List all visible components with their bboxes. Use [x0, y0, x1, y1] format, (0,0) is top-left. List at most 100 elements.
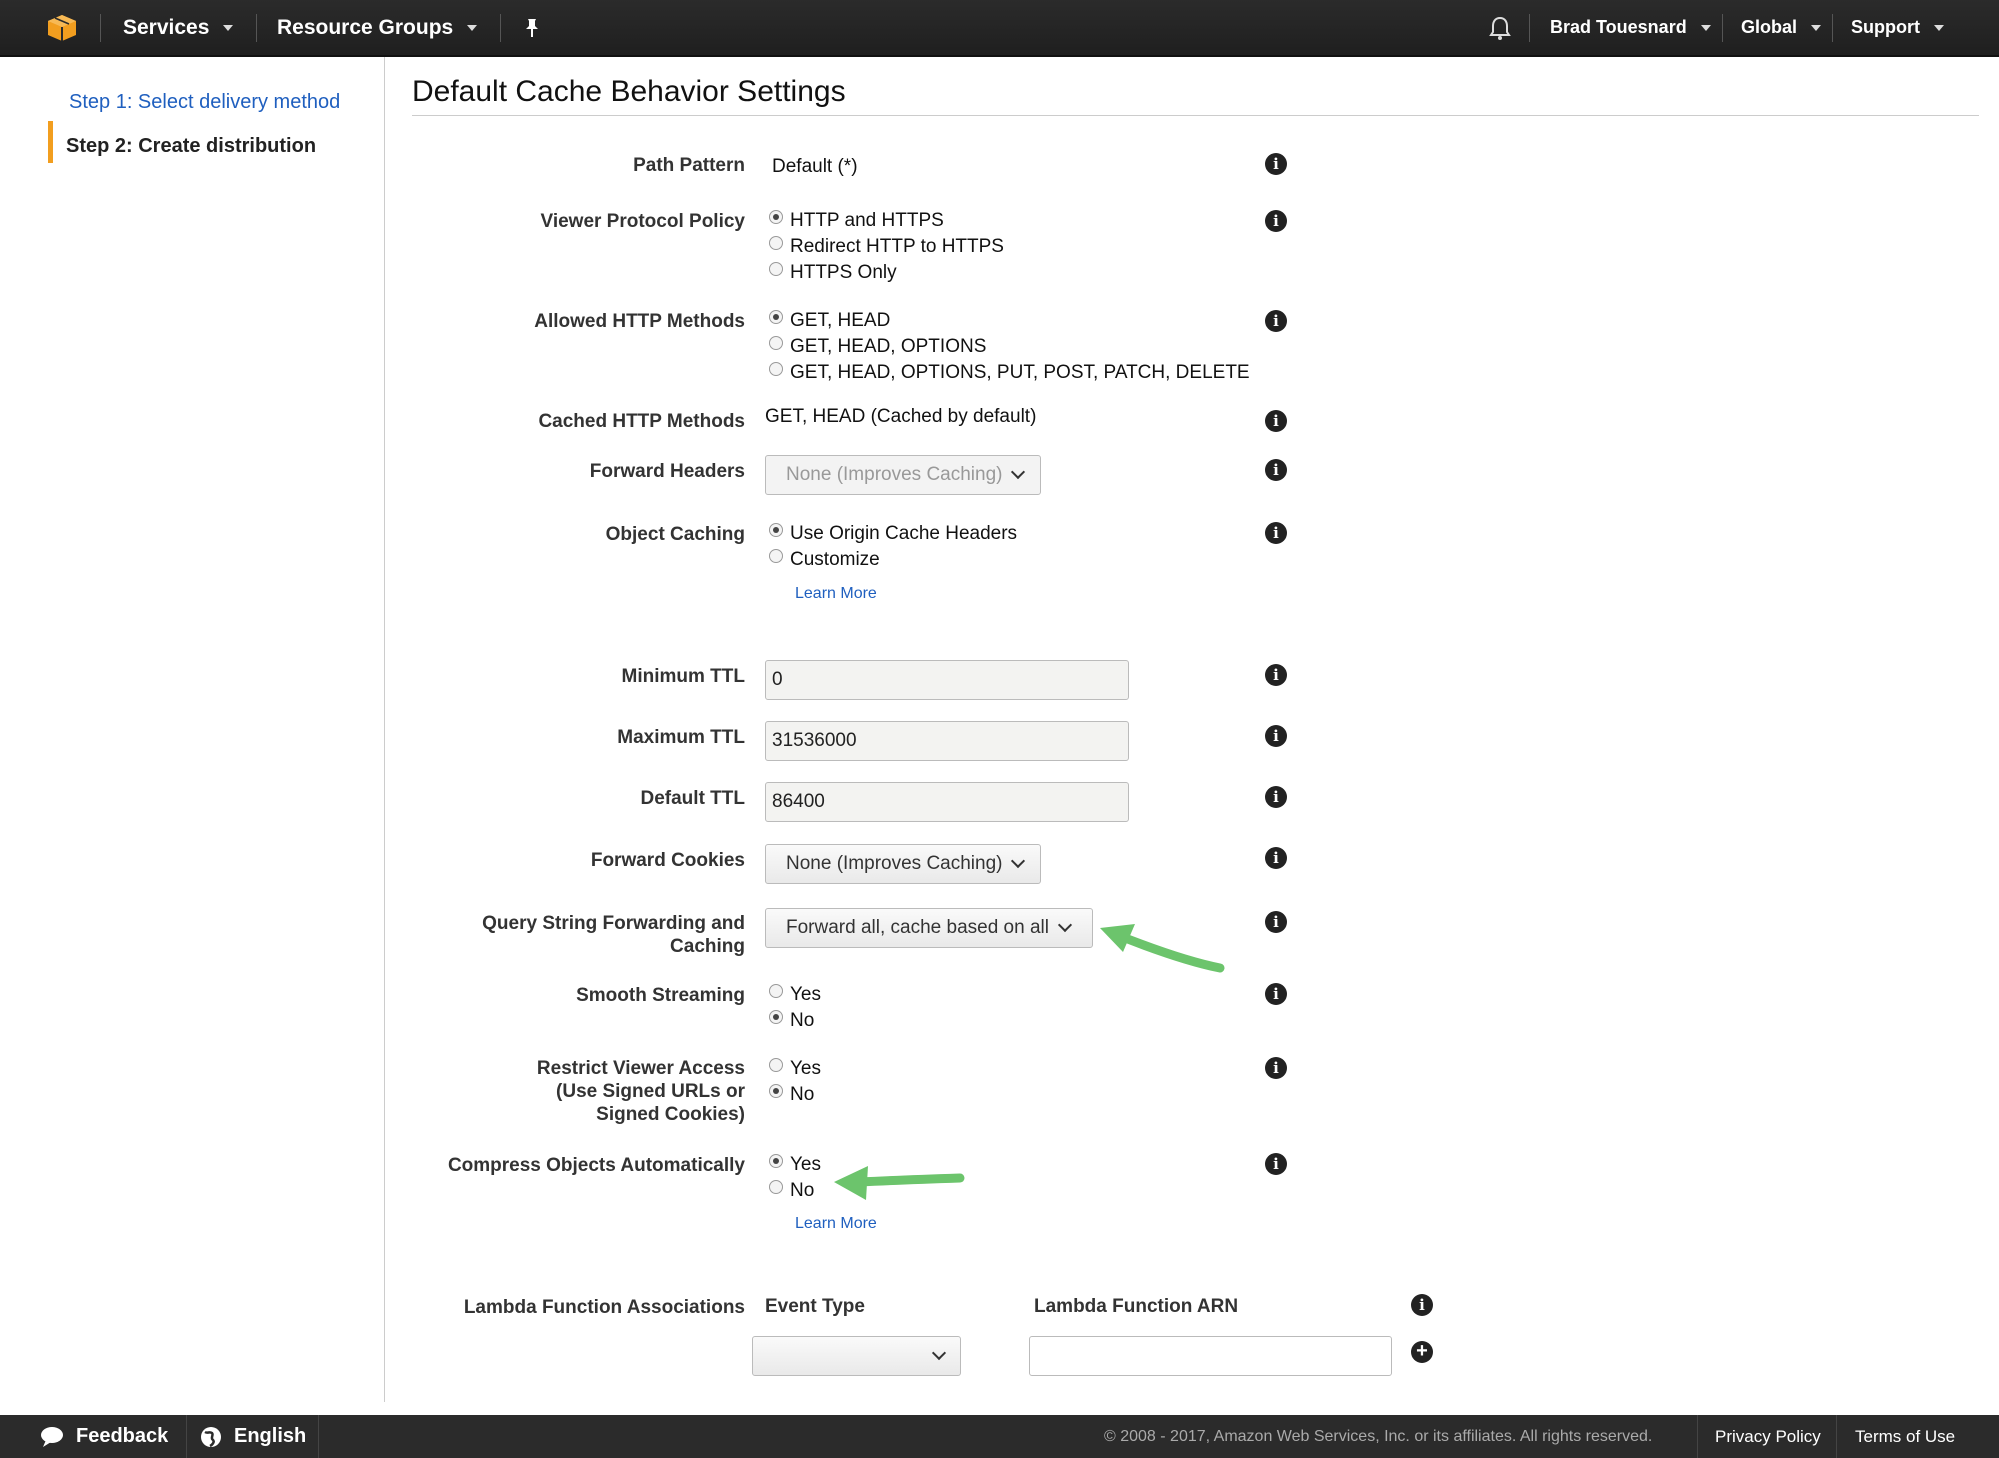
radio-button[interactable] — [769, 310, 783, 324]
radio-button[interactable] — [769, 1010, 783, 1024]
copyright-text: © 2008 - 2017, Amazon Web Services, Inc.… — [1104, 1427, 1653, 1445]
chevron-down-icon — [1934, 24, 1944, 31]
chevron-down-icon — [931, 1345, 947, 1361]
query-string-select[interactable]: Forward all, cache based on all — [765, 908, 1093, 948]
radio-button[interactable] — [769, 210, 783, 224]
radio-button[interactable] — [769, 549, 783, 563]
radio-button[interactable] — [769, 1058, 783, 1072]
active-step-indicator — [48, 121, 53, 163]
info-icon[interactable]: i — [1265, 1153, 1287, 1175]
maximum-ttl-label: Maximum TTL — [617, 727, 745, 748]
label-line: Signed Cookies) — [596, 1104, 745, 1125]
chevron-down-icon — [1700, 24, 1711, 31]
minimum-ttl-label: Minimum TTL — [621, 666, 745, 687]
object-caching-learn-more-link[interactable]: Learn More — [795, 585, 877, 603]
services-menu[interactable]: Services — [123, 0, 234, 55]
restrict-viewer-label: Restrict Viewer Access (Use Signed URLs … — [537, 1057, 745, 1126]
compress-learn-more-link[interactable]: Learn More — [795, 1215, 877, 1233]
info-icon[interactable]: i — [1265, 153, 1287, 175]
path-pattern-label: Path Pattern — [633, 155, 745, 176]
radio-button[interactable] — [769, 236, 783, 250]
info-icon[interactable]: i — [1265, 911, 1287, 933]
annotation-arrow-icon — [834, 1166, 965, 1200]
privacy-policy-link[interactable]: Privacy Policy — [1715, 1415, 1821, 1458]
info-icon[interactable]: i — [1265, 410, 1287, 432]
forward-cookies-select[interactable]: None (Improves Caching) — [765, 844, 1041, 884]
support-menu[interactable]: Support — [1851, 0, 1944, 55]
radio-button[interactable] — [769, 362, 783, 376]
radio-label: No — [790, 1180, 815, 1201]
language-label: English — [234, 1425, 307, 1447]
top-nav: Services Resource Groups Brad Touesnard … — [0, 0, 1999, 57]
radio-https-only[interactable]: HTTPS Only — [769, 260, 897, 286]
label-line: Caching — [670, 936, 745, 957]
default-ttl-input[interactable]: 86400 — [765, 782, 1129, 822]
lambda-associations-label: Lambda Function Associations — [463, 1297, 745, 1318]
step-1-link[interactable]: Step 1: Select delivery method — [69, 91, 340, 114]
radio-customize[interactable]: Customize — [769, 547, 880, 573]
radio-redirect-http-to-https[interactable]: Redirect HTTP to HTTPS — [769, 234, 1004, 260]
maximum-ttl-input[interactable]: 31536000 — [765, 721, 1129, 761]
radio-compress-yes[interactable]: Yes — [769, 1152, 821, 1178]
forward-headers-label: Forward Headers — [589, 461, 745, 482]
radio-button[interactable] — [769, 1180, 783, 1194]
lambda-arn-input[interactable] — [1029, 1336, 1392, 1376]
services-label: Services — [123, 15, 210, 39]
radio-button[interactable] — [769, 1154, 783, 1168]
aws-logo-icon[interactable] — [46, 0, 78, 55]
radio-label: Redirect HTTP to HTTPS — [790, 236, 1004, 257]
pin-icon[interactable] — [522, 0, 542, 55]
feedback-label: Feedback — [76, 1425, 169, 1447]
add-association-icon[interactable]: + — [1411, 1341, 1433, 1363]
cached-methods-value: GET, HEAD (Cached by default) — [765, 406, 1037, 427]
path-pattern-value: Default (*) — [772, 156, 858, 177]
minimum-ttl-input[interactable]: 0 — [765, 660, 1129, 700]
region-menu[interactable]: Global — [1741, 0, 1822, 55]
radio-button[interactable] — [769, 984, 783, 998]
radio-restrict-yes[interactable]: Yes — [769, 1056, 821, 1082]
chevron-down-icon — [1011, 464, 1026, 480]
radio-http-and-https[interactable]: HTTP and HTTPS — [769, 208, 944, 234]
radio-use-origin-cache-headers[interactable]: Use Origin Cache Headers — [769, 521, 1017, 547]
event-type-select[interactable] — [752, 1336, 961, 1376]
radio-label: HTTP and HTTPS — [790, 210, 944, 231]
radio-smooth-yes[interactable]: Yes — [769, 982, 821, 1008]
info-icon[interactable]: i — [1265, 786, 1287, 808]
label-line: Query String Forwarding and — [482, 913, 745, 934]
info-icon[interactable]: i — [1411, 1294, 1433, 1316]
info-icon[interactable]: i — [1265, 210, 1287, 232]
info-icon[interactable]: i — [1265, 522, 1287, 544]
radio-compress-no[interactable]: No — [769, 1178, 814, 1204]
info-icon[interactable]: i — [1265, 1057, 1287, 1079]
radio-button[interactable] — [769, 523, 783, 537]
info-icon[interactable]: i — [1265, 725, 1287, 747]
info-icon[interactable]: i — [1265, 664, 1287, 686]
region-label: Global — [1741, 17, 1798, 37]
info-icon[interactable]: i — [1265, 459, 1287, 481]
radio-button[interactable] — [769, 1084, 783, 1098]
radio-all-methods[interactable]: GET, HEAD, OPTIONS, PUT, POST, PATCH, DE… — [769, 360, 1250, 386]
info-icon[interactable]: i — [1265, 310, 1287, 332]
user-menu[interactable]: Brad Touesnard — [1550, 0, 1711, 55]
radio-button[interactable] — [769, 262, 783, 276]
radio-button[interactable] — [769, 336, 783, 350]
resource-groups-menu[interactable]: Resource Groups — [277, 0, 478, 55]
radio-restrict-no[interactable]: No — [769, 1082, 814, 1108]
compress-objects-label: Compress Objects Automatically — [447, 1155, 745, 1176]
info-icon[interactable]: i — [1265, 847, 1287, 869]
annotation-arrow-icon — [1100, 924, 1225, 973]
object-caching-label: Object Caching — [605, 524, 745, 545]
feedback-button[interactable]: Feedback — [40, 1415, 168, 1458]
radio-get-head[interactable]: GET, HEAD — [769, 308, 890, 334]
forward-cookies-label: Forward Cookies — [590, 850, 745, 871]
terms-of-use-link[interactable]: Terms of Use — [1855, 1415, 1955, 1458]
bell-icon[interactable] — [1488, 0, 1512, 55]
radio-label: Use Origin Cache Headers — [790, 523, 1018, 544]
chevron-down-icon — [467, 24, 478, 31]
language-selector[interactable]: English — [200, 1415, 306, 1458]
info-icon[interactable]: i — [1265, 983, 1287, 1005]
support-label: Support — [1851, 17, 1920, 37]
radio-get-head-options[interactable]: GET, HEAD, OPTIONS — [769, 334, 986, 360]
event-type-header: Event Type — [765, 1296, 865, 1317]
radio-smooth-no[interactable]: No — [769, 1008, 814, 1034]
